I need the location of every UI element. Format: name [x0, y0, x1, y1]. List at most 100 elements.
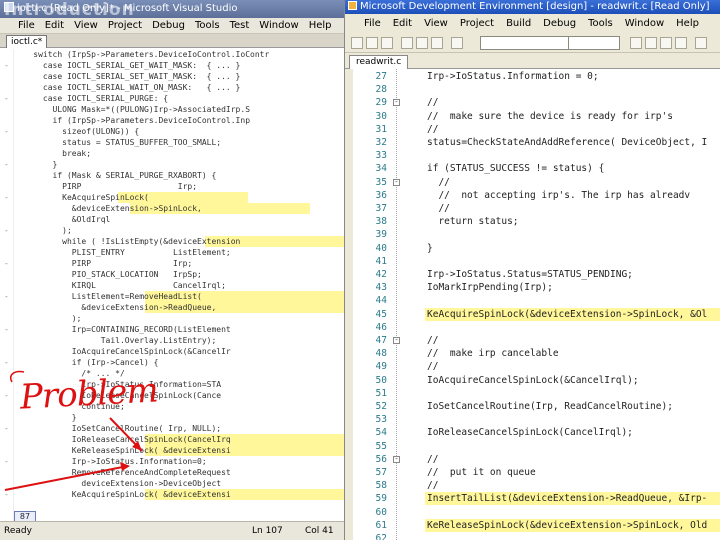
tab-readwrit-c[interactable]: readwrit.c	[349, 55, 409, 69]
toolbox-icon[interactable]	[675, 37, 687, 49]
find-icon[interactable]	[630, 37, 642, 49]
code-text: //	[427, 123, 439, 135]
left-menu-tools[interactable]: Tools	[195, 20, 220, 31]
code-text: IoReleaseCancelSpinLock(CancelIrql);	[427, 427, 633, 439]
code-line: 62	[345, 532, 720, 540]
properties-icon[interactable]	[645, 37, 657, 49]
left-menu-bar: File Edit View Project Debug Tools Test Window H…	[0, 18, 344, 34]
code-line: while ( !IsListEmpty(&deviceExtension	[0, 236, 344, 247]
code-line: KIRQL CancelIrql;	[0, 280, 344, 291]
line-number: 42	[375, 269, 387, 280]
code-text: break;	[14, 149, 92, 158]
undo-icon[interactable]	[451, 37, 463, 49]
left-menu-help[interactable]: Help	[309, 20, 332, 31]
code-text: InsertTailList(&deviceExtension->ReadQue…	[427, 493, 708, 505]
code-text: PIRP Irp;	[14, 182, 198, 191]
line-number: 39	[375, 229, 387, 241]
line-number: 40	[375, 242, 387, 254]
right-menu-help[interactable]: Help	[676, 18, 699, 29]
code-text: PLIST_ENTRY ListElement;	[14, 248, 231, 257]
tab-ioctl-c[interactable]: ioctl.c*	[6, 35, 48, 48]
left-ide-window: ioctl.c [Read Only]* - Microsoft Visual …	[0, 0, 345, 540]
line-number: 50	[375, 374, 387, 386]
line-number: 55	[375, 440, 387, 452]
code-text: IoSetCancelRoutine(Irp, ReadCancelRoutin…	[427, 401, 673, 412]
code-line: deviceExtension->DeviceObject	[0, 478, 344, 489]
line-number: 57	[375, 467, 387, 478]
line-number: 46	[375, 321, 387, 333]
copy-icon[interactable]	[416, 37, 428, 49]
right-menu-project[interactable]: Project	[460, 18, 494, 29]
gutter-marker: -	[4, 226, 9, 235]
code-line: - IoSetCancelRoutine( Irp, NULL);	[0, 423, 344, 434]
platform-dropdown[interactable]	[568, 36, 620, 50]
code-line: 60	[345, 506, 720, 519]
cut-icon[interactable]	[401, 37, 413, 49]
problem-annotation: Problem	[19, 370, 159, 418]
code-text: status=CheckStateAndAddReference( Device…	[427, 137, 708, 148]
code-line: 50 IoAcquireCancelSpinLock(&CancelIrql);	[345, 374, 720, 387]
line-number: 56	[375, 453, 387, 465]
left-menu-file[interactable]: File	[18, 20, 35, 31]
code-line: case IOCTL_SERIAL_WAIT_ON_MASK: { ... }	[0, 82, 344, 93]
save-icon[interactable]	[381, 37, 393, 49]
code-text: case IOCTL_SERIAL_WAIT_ON_MASK: { ... }	[14, 83, 241, 92]
code-text: // put it on queue	[427, 467, 536, 478]
code-line: - KeAcquireSpinLock( &deviceExtensi	[0, 489, 344, 500]
right-menu-debug[interactable]: Debug	[543, 18, 576, 29]
code-text: //	[427, 203, 450, 214]
code-line: Tail.Overlay.ListEntry);	[0, 335, 344, 346]
right-menu-window[interactable]: Window	[625, 18, 664, 29]
line-number: 62	[375, 533, 387, 540]
code-line: - Irp=CONTAINING_RECORD(ListElement	[0, 324, 344, 335]
right-menu-view[interactable]: View	[424, 18, 448, 29]
right-menu-file[interactable]: File	[364, 18, 381, 29]
code-line: 28	[345, 83, 720, 96]
code-line: - ListElement=RemoveHeadList(	[0, 291, 344, 302]
code-text: // make irp cancelable	[427, 348, 559, 360]
code-line: 32 status=CheckStateAndAddReference( Devi…	[345, 136, 720, 149]
code-line: - PIRP Irp;	[0, 258, 344, 269]
left-menu-window[interactable]: Window	[259, 20, 298, 31]
code-text: RemoveReferenceAndCompleteRequest	[14, 468, 231, 477]
code-line: 52 IoSetCancelRoutine(Irp, ReadCancelRout…	[345, 400, 720, 413]
left-menu-debug[interactable]: Debug	[152, 20, 185, 31]
left-menu-view[interactable]: View	[74, 20, 98, 31]
paste-icon[interactable]	[431, 37, 443, 49]
left-code-editor[interactable]: switch (IrpSp->Parameters.DeviceIoContro…	[0, 49, 344, 521]
right-menu-bar: File Edit View Project Build Debug Tools Window…	[345, 14, 720, 33]
line-number: 34	[375, 163, 387, 175]
code-line: 40}	[345, 242, 720, 255]
left-menu-test[interactable]: Test	[230, 20, 250, 31]
left-menu-project[interactable]: Project	[108, 20, 142, 31]
gutter-marker: -	[4, 61, 9, 70]
code-text: }	[427, 242, 433, 254]
gutter-marker: -	[4, 391, 9, 400]
line-number: 44	[375, 295, 387, 307]
line-number: 38	[375, 216, 387, 228]
right-menu-build[interactable]: Build	[506, 18, 531, 29]
more-icon[interactable]	[695, 37, 707, 49]
left-menu-edit[interactable]: Edit	[45, 20, 64, 31]
code-line: 51	[345, 387, 720, 400]
right-menu-tools[interactable]: Tools	[588, 18, 613, 29]
open-icon[interactable]	[366, 37, 378, 49]
code-line: 46	[345, 321, 720, 334]
code-line: 47 //	[345, 334, 720, 347]
slide-title: Introduction	[4, 0, 135, 20]
solution-icon[interactable]	[660, 37, 672, 49]
gutter-marker: -	[4, 457, 9, 466]
code-text: KeReleaseSpinLock( &deviceExtensi	[14, 446, 231, 455]
line-number: 29	[375, 97, 387, 109]
code-text: //	[427, 361, 439, 373]
right-menu-edit[interactable]: Edit	[393, 18, 412, 29]
line-number: 61	[375, 519, 387, 531]
right-code-editor[interactable]: 27 Irp->IoStatus.Information = 0; 28-29//3…	[345, 69, 720, 540]
gutter-marker: -	[4, 193, 9, 202]
code-line: - if (Irp->Cancel) {	[0, 357, 344, 368]
code-line: 44	[345, 294, 720, 307]
new-file-icon[interactable]	[351, 37, 363, 49]
code-line: - case IOCTL_SERIAL_PURGE: {	[0, 93, 344, 104]
code-line: ULONG Mask=*((PULONG)Irp->AssociatedIrp.…	[0, 104, 344, 115]
code-text: IoReleaseCancelSpinLock(CancelIrq	[14, 435, 231, 444]
